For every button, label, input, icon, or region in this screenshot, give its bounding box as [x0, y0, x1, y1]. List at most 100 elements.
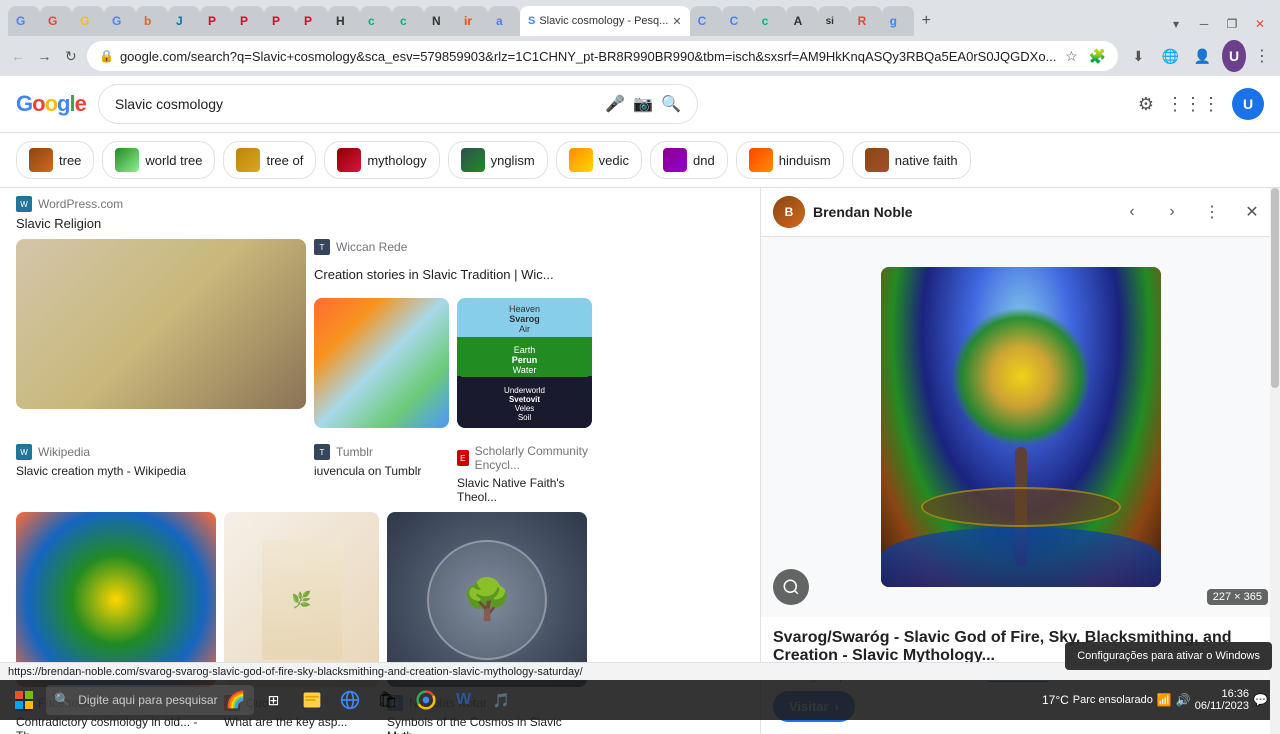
address-bar[interactable]: 🔒 google.com/search?q=Slavic+cosmology&s… — [87, 41, 1118, 71]
tab-2[interactable]: G — [40, 6, 72, 36]
image-item-3[interactable]: HeavenSvarogAir EarthPerunWater Underwor… — [457, 298, 592, 428]
search-submit-icon[interactable]: 🔍 — [661, 94, 681, 114]
taskbar-clock: 16:36 06/11/2023 — [1195, 688, 1249, 712]
tab-6[interactable]: J — [168, 6, 200, 36]
tab-18[interactable]: C — [690, 6, 722, 36]
google-avatar[interactable]: U — [1232, 88, 1264, 120]
tab-11[interactable]: H — [328, 6, 360, 36]
chip-world-tree[interactable]: world tree — [102, 141, 215, 179]
chip-mythology[interactable]: mythology — [324, 141, 439, 179]
chip-dnd[interactable]: dnd — [650, 141, 728, 179]
source-labels-row: W Wikipedia Slavic creation myth - Wikip… — [16, 444, 744, 504]
tab-15[interactable]: ir — [456, 6, 488, 36]
tab-7[interactable]: P — [200, 6, 232, 36]
chrome-menu-btn[interactable]: ⋮ — [1252, 42, 1272, 70]
tab-4[interactable]: G — [104, 6, 136, 36]
image-row-2: HeavenSvarogAir EarthPerunWater Underwor… — [314, 298, 592, 428]
back-btn[interactable]: ← — [8, 42, 28, 70]
tab-21[interactable]: A — [786, 6, 818, 36]
tab-16[interactable]: a — [488, 6, 520, 36]
detail-image[interactable] — [881, 267, 1161, 587]
start-btn[interactable] — [4, 680, 44, 720]
tab-active[interactable]: S Slavic cosmology - Pesq... ✕ — [520, 6, 690, 36]
chip-native-faith[interactable]: native faith — [852, 141, 971, 179]
taskbar-right: 17°C Parc ensolarado 📶 🔊 16:36 06/11/202… — [1042, 688, 1276, 712]
chip-img-tree — [29, 148, 53, 172]
tab-14[interactable]: N — [424, 6, 456, 36]
refresh-btn[interactable]: ↻ — [61, 42, 81, 70]
ext-icon-2[interactable]: 🌐 — [1156, 42, 1184, 70]
tab-3[interactable]: G — [72, 6, 104, 36]
search-bar[interactable]: 🎤 📷 🔍 — [98, 84, 698, 124]
img-title-1: Slavic creation myth - Wikipedia — [16, 464, 306, 478]
ext-icon-3[interactable]: 👤 — [1188, 42, 1216, 70]
taskbar-location: Parc ensolarado — [1073, 694, 1153, 706]
taskbar-icon-chrome[interactable] — [408, 682, 444, 718]
taskbar-icon-store[interactable]: 🛍 — [370, 682, 406, 718]
image-item-4[interactable] — [16, 512, 216, 687]
taskbar-icon-file[interactable] — [294, 682, 330, 718]
search-icons: 🎤 📷 🔍 — [605, 94, 681, 114]
next-btn[interactable]: › — [1156, 196, 1188, 228]
close-panel-btn[interactable]: ✕ — [1236, 196, 1268, 228]
image-item-1[interactable] — [16, 239, 306, 409]
bookmark-icon[interactable]: ☆ — [1062, 47, 1080, 65]
tab-10[interactable]: P — [296, 6, 328, 36]
taskbar-search[interactable]: 🔍 Digite aqui para pesquisar 🌈 — [46, 685, 254, 715]
taskbar-icon-browser[interactable] — [332, 682, 368, 718]
tab-bar: G G G G b J P P P P H c c N ir a S Slavi… — [0, 0, 1280, 36]
chip-vedic[interactable]: vedic — [556, 141, 642, 179]
tab-22[interactable]: si — [818, 6, 850, 36]
more-options-btn[interactable]: ⋮ — [1196, 196, 1228, 228]
toast-text: Configurações para ativar o Windows — [1077, 650, 1260, 662]
image-item-2[interactable] — [314, 298, 449, 428]
chip-tree[interactable]: tree — [16, 141, 94, 179]
chip-tree-of[interactable]: tree of — [223, 141, 316, 179]
taskbar-wifi-icon: 📶 — [1157, 693, 1172, 707]
tumblr-icon: T — [314, 444, 330, 460]
camera-icon[interactable]: 📷 — [633, 94, 653, 114]
tab-24[interactable]: g — [882, 6, 914, 36]
section-title-2: Creation stories in Slavic Tradition | W… — [314, 267, 592, 282]
search-input[interactable] — [115, 96, 597, 112]
apps-icon[interactable]: ⋮⋮⋮ — [1166, 94, 1220, 115]
tab-20[interactable]: c — [754, 6, 786, 36]
taskbar-icon-multitask[interactable]: ⊞ — [256, 682, 292, 718]
source-label-tumblr: T Tumblr iuvencula on Tumblr — [314, 444, 449, 504]
chip-img-myth — [337, 148, 361, 172]
minimize-btn[interactable]: ─ — [1192, 12, 1216, 36]
tab-23[interactable]: R — [850, 6, 882, 36]
chip-hinduism[interactable]: hinduism — [736, 141, 844, 179]
scrollbar-thumb[interactable] — [1271, 188, 1279, 388]
restore-btn[interactable]: ❐ — [1220, 12, 1244, 36]
chip-ynglism[interactable]: ynglism — [448, 141, 548, 179]
tab-19[interactable]: C — [722, 6, 754, 36]
tab-9[interactable]: P — [264, 6, 296, 36]
ext-icon-1[interactable]: ⬇ — [1124, 42, 1152, 70]
image-item-5[interactable]: 🌿 — [224, 512, 379, 687]
lens-btn[interactable] — [773, 569, 809, 605]
tab-8[interactable]: P — [232, 6, 264, 36]
tumblr-label: Tumblr — [336, 445, 373, 459]
close-btn[interactable]: ✕ — [1248, 12, 1272, 36]
active-tab-label: Slavic cosmology - Pesq... — [539, 15, 668, 27]
forward-btn[interactable]: → — [34, 42, 54, 70]
extensions-icon[interactable]: 🧩 — [1088, 47, 1106, 65]
header-right: ⚙ ⋮⋮⋮ U — [1138, 88, 1264, 120]
prev-btn[interactable]: ‹ — [1116, 196, 1148, 228]
microphone-icon[interactable]: 🎤 — [605, 94, 625, 114]
filter-chips: tree world tree tree of mythology ynglis… — [0, 133, 1280, 188]
tab-close-btn[interactable]: ✕ — [672, 15, 681, 28]
tab-list-btn[interactable]: ▾ — [1164, 12, 1188, 36]
image-item-6[interactable]: 🌳 — [387, 512, 587, 687]
tab-12[interactable]: c — [360, 6, 392, 36]
new-tab-btn[interactable]: + — [914, 6, 942, 36]
tab-5[interactable]: b — [136, 6, 168, 36]
chip-label-hindu: hinduism — [779, 153, 831, 168]
user-avatar[interactable]: U — [1222, 40, 1245, 72]
taskbar-icon-word[interactable]: W — [446, 682, 482, 718]
settings-icon[interactable]: ⚙ — [1138, 94, 1154, 115]
tab-1[interactable]: G — [8, 6, 40, 36]
taskbar-icon-music[interactable]: 🎵 — [484, 682, 520, 718]
tab-13[interactable]: c — [392, 6, 424, 36]
